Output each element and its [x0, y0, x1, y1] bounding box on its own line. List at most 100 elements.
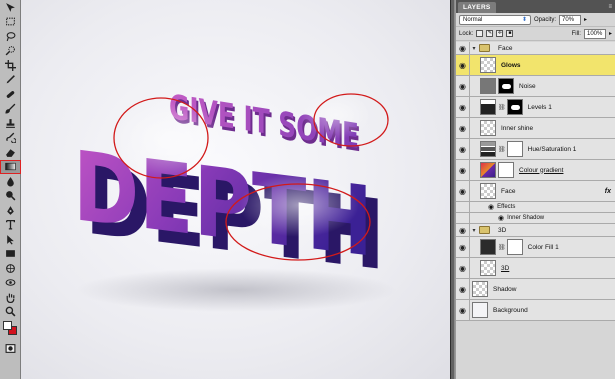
visibility-eye-icon[interactable]: ◉	[456, 258, 470, 278]
layer-levels-1[interactable]: ◉ ⛓ Levels 1	[456, 97, 615, 118]
visibility-eye-icon[interactable]: ◉	[456, 279, 470, 299]
visibility-eye-icon[interactable]: ◉	[456, 42, 470, 54]
lock-paint-icon[interactable]: ✎	[486, 30, 494, 37]
layer-hue-saturation-1[interactable]: ◉ ⛓ Hue/Saturation 1	[456, 139, 615, 160]
glow-bottom	[239, 173, 359, 237]
drop-icon	[7, 176, 14, 187]
opacity-label: Opacity:	[534, 16, 557, 23]
path-select-icon	[7, 234, 14, 245]
layer-colour-gradient[interactable]: ◉ Colour gradient	[456, 160, 615, 181]
zoom-tool[interactable]	[0, 305, 21, 320]
layer-thumbnail	[480, 162, 496, 178]
visibility-eye-icon[interactable]: ◉	[456, 202, 470, 212]
layer-thumbnail	[480, 78, 496, 94]
type-tool[interactable]	[0, 218, 21, 233]
layer-color-fill-1[interactable]: ◉ ⛓ Color Fill 1	[456, 237, 615, 258]
panel-menu-icon[interactable]: ≡	[608, 2, 612, 13]
visibility-eye-icon[interactable]: ◉	[456, 237, 470, 257]
layer-3d[interactable]: ◉ 3D	[456, 258, 615, 279]
effects-label: Effects	[497, 204, 516, 210]
visibility-eye-icon[interactable]: ◉	[456, 97, 470, 117]
blur-tool[interactable]	[0, 174, 21, 189]
layer-background[interactable]: ◉ Background	[456, 300, 615, 321]
rectangle-icon	[6, 250, 15, 258]
visibility-eye-icon[interactable]: ◉	[456, 224, 470, 236]
foreground-color-swatch[interactable]	[3, 321, 12, 330]
clone-stamp-tool[interactable]	[0, 116, 21, 131]
visibility-eye-icon[interactable]: ◉	[456, 181, 470, 201]
effects-eye-icon[interactable]: ◉	[488, 203, 494, 211]
3d-camera-tool[interactable]	[0, 276, 21, 291]
visibility-eye-icon[interactable]: ◉	[456, 213, 470, 223]
glow-left	[116, 102, 226, 178]
hand-icon	[6, 293, 15, 303]
chevron-down-icon: ⬍	[521, 16, 527, 23]
layer-effects[interactable]: ◉ ◉ Effects	[456, 202, 615, 213]
layer-inner-shine[interactable]: ◉ Inner shine	[456, 118, 615, 139]
layer-name: Levels 1	[527, 103, 552, 111]
eraser-tool[interactable]	[0, 145, 21, 160]
pen-tool[interactable]	[0, 203, 21, 218]
brush-tool[interactable]	[0, 102, 21, 117]
layer-mask-thumbnail	[498, 78, 514, 94]
gradient-tool[interactable]	[0, 159, 21, 174]
fill-slider-icon[interactable]: ▸	[609, 30, 612, 37]
shape-tool[interactable]	[0, 247, 21, 262]
layer-name: Colour gradient	[519, 166, 564, 174]
link-icon: ⛓	[498, 146, 506, 153]
disclosure-triangle-icon[interactable]: ▾	[470, 227, 478, 234]
lock-position-icon[interactable]: ✛	[496, 30, 504, 37]
layer-glows[interactable]: ◉ Glows	[456, 55, 615, 76]
type-icon	[5, 220, 16, 230]
opacity-field[interactable]: 70%	[559, 14, 582, 25]
visibility-eye-icon[interactable]: ◉	[456, 55, 470, 75]
move-tool[interactable]	[0, 0, 21, 15]
lock-transparency-icon[interactable]	[476, 30, 484, 37]
levels-icon	[480, 99, 496, 115]
layer-shadow[interactable]: ◉ Shadow	[456, 279, 615, 300]
healing-brush-tool[interactable]	[0, 87, 21, 102]
layer-group-3d[interactable]: ◉ ▾ 3D	[456, 224, 615, 237]
tab-layers[interactable]: LAYERS	[458, 2, 496, 13]
visibility-eye-icon[interactable]: ◉	[456, 76, 470, 96]
visibility-eye-icon[interactable]: ◉	[456, 160, 470, 180]
crop-tool[interactable]	[0, 58, 21, 73]
effect-inner-shadow[interactable]: ◉ ◉ Inner Shadow	[456, 213, 615, 224]
layer-mask-thumbnail	[506, 141, 523, 157]
opacity-slider-icon[interactable]: ▸	[584, 16, 587, 23]
fill-label: Fill:	[571, 30, 581, 37]
document-canvas[interactable]: DEPTH DEPTH GIVE IT SOME GIVE IT SOME	[21, 0, 450, 379]
layer-group-face[interactable]: ◉ ▾ Face	[456, 42, 615, 55]
eyedropper-tool[interactable]	[0, 73, 21, 88]
quick-mask-button[interactable]	[0, 341, 21, 356]
fx-icon[interactable]: fx	[605, 188, 611, 195]
layer-mask-thumbnail	[506, 239, 523, 255]
marquee-tool[interactable]	[0, 15, 21, 30]
layer-name: 3D	[501, 264, 510, 272]
lasso-icon	[6, 31, 16, 41]
fill-field[interactable]: 100%	[583, 28, 606, 39]
path-selection-tool[interactable]	[0, 232, 21, 247]
visibility-eye-icon[interactable]: ◉	[456, 118, 470, 138]
crop-icon	[5, 59, 16, 71]
glow-right	[301, 91, 371, 139]
blend-mode-select[interactable]: Normal ⬍	[459, 14, 531, 25]
hand-tool[interactable]	[0, 290, 21, 305]
history-brush-tool[interactable]	[0, 131, 21, 146]
dodge-tool[interactable]	[0, 189, 21, 204]
link-icon: ⛓	[498, 244, 506, 251]
visibility-eye-icon[interactable]: ◉	[456, 300, 470, 320]
3d-rotate-tool[interactable]	[0, 261, 21, 276]
lock-all-icon[interactable]: ■	[506, 30, 514, 37]
layer-thumbnail	[480, 239, 496, 255]
quick-select-tool[interactable]	[0, 44, 21, 59]
lasso-tool[interactable]	[0, 29, 21, 44]
layer-face[interactable]: ◉ Face fx	[456, 181, 615, 202]
disclosure-triangle-icon[interactable]: ▾	[470, 45, 478, 52]
hue-saturation-icon	[480, 141, 496, 157]
visibility-eye-icon[interactable]: ◉	[456, 139, 470, 159]
inner-shadow-eye-icon[interactable]: ◉	[498, 214, 504, 222]
layer-noise[interactable]: ◉ Noise	[456, 76, 615, 97]
layer-thumbnail	[480, 57, 496, 73]
color-swatches[interactable]	[0, 319, 21, 341]
